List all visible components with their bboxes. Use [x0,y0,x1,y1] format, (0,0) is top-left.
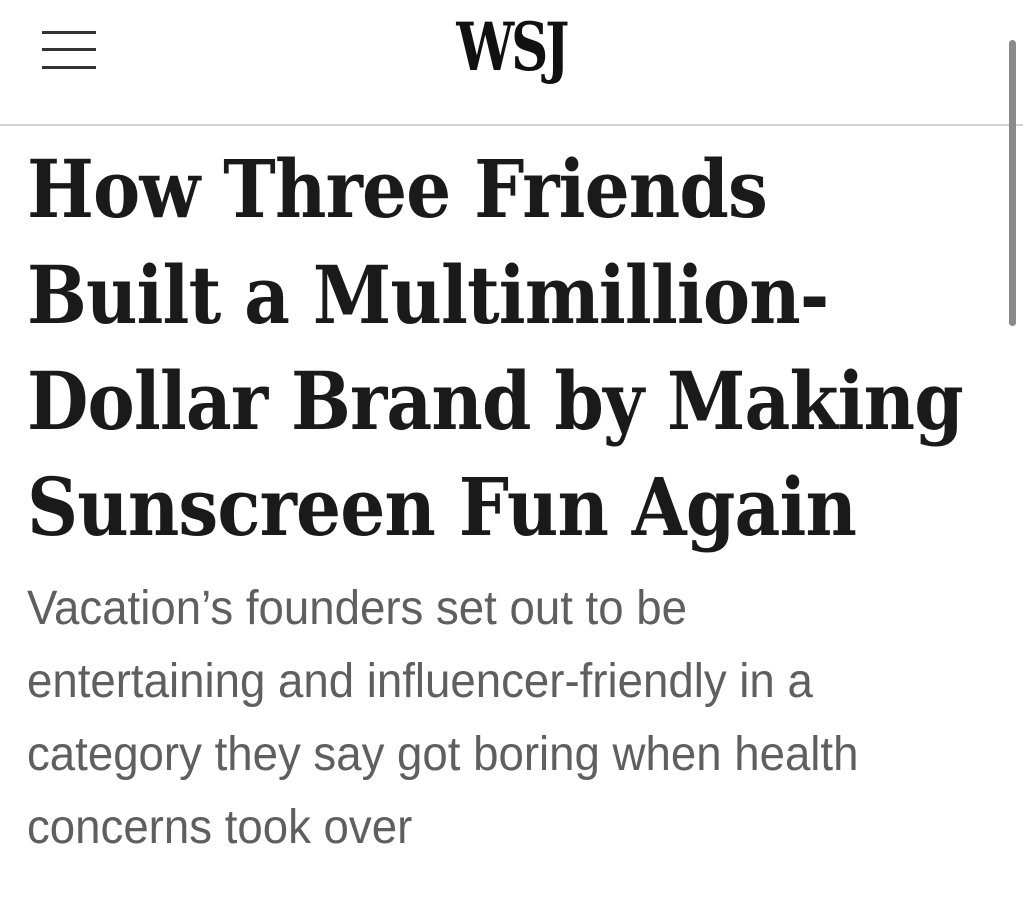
article-summary: Vacation’s founders set out to be entert… [27,572,958,864]
headline-line: Dollar Brand by Making [27,354,964,448]
summary-line: category they say got boring when health [27,728,859,781]
menu-bar-line [42,31,96,34]
summary-line: Vacation’s founders set out to be [27,582,687,635]
summary-line: concerns took over [27,801,413,854]
article-headline: How Three Friends Built a Multimillion- … [27,136,964,560]
menu-bar-line [42,48,96,51]
hamburger-menu-icon[interactable] [40,28,98,76]
headline-line: Sunscreen Fun Again [27,460,857,554]
headline-line: How Three Friends [27,142,768,236]
top-bar: WSJ [0,0,1023,126]
headline-line: Built a Multimillion- [27,248,829,342]
menu-bar-line [42,66,96,69]
summary-line: entertaining and influencer-friendly in … [27,655,813,708]
scrollbar[interactable] [1009,40,1016,326]
wsj-logo[interactable]: WSJ [112,14,910,80]
